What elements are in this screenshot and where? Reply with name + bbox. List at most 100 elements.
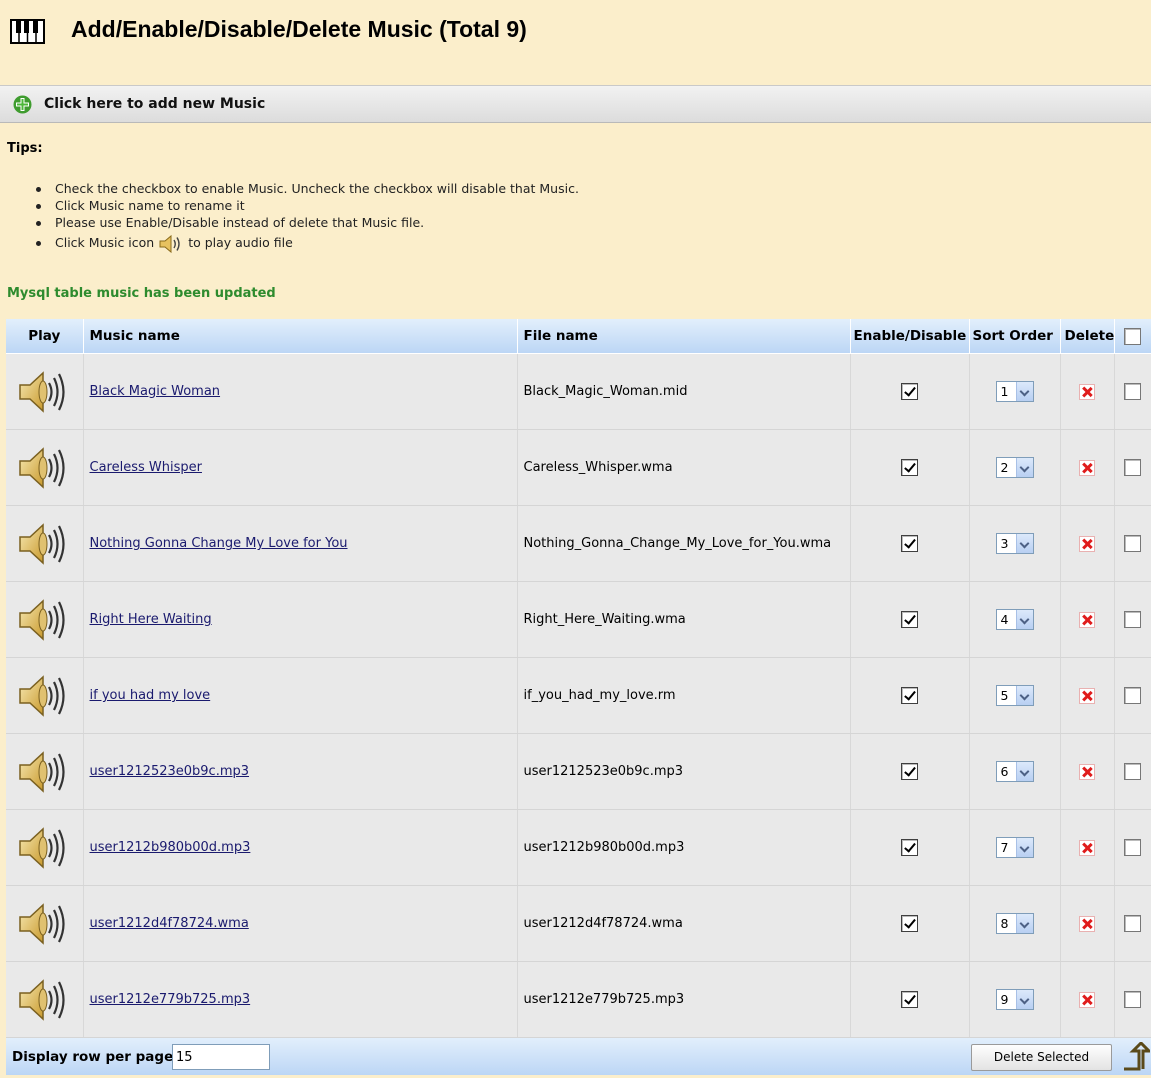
speaker-icon[interactable]	[16, 748, 72, 796]
row-select-checkbox[interactable]	[1124, 915, 1141, 932]
sort-order-cell: 5	[969, 657, 1061, 734]
row-select-checkbox[interactable]	[1124, 383, 1141, 400]
music-name-cell: Right Here Waiting	[83, 581, 518, 658]
row-select-checkbox[interactable]	[1124, 763, 1141, 780]
enable-checkbox[interactable]	[901, 763, 918, 780]
delete-selected-button[interactable]: Delete Selected	[971, 1044, 1112, 1071]
row-select-checkbox[interactable]	[1124, 991, 1141, 1008]
speaker-icon[interactable]	[16, 444, 72, 492]
file-name-cell: user1212523e0b9c.mp3	[517, 733, 851, 810]
rows-per-page-input[interactable]	[172, 1044, 270, 1070]
file-name-cell: user1212e779b725.mp3	[517, 961, 851, 1038]
tip-item: Click Music icon to play audio file	[36, 232, 579, 255]
speaker-icon[interactable]	[16, 368, 72, 416]
select-all-checkbox[interactable]	[1124, 327, 1141, 345]
sort-order-cell: 3	[969, 505, 1061, 582]
delete-icon[interactable]	[1079, 459, 1095, 476]
row-select-checkbox[interactable]	[1124, 839, 1141, 856]
delete-icon[interactable]	[1079, 535, 1095, 552]
speaker-icon[interactable]	[16, 672, 72, 720]
speaker-icon[interactable]	[16, 976, 72, 1024]
delete-icon[interactable]	[1079, 991, 1095, 1008]
enable-checkbox[interactable]	[901, 839, 918, 856]
speaker-icon[interactable]	[16, 824, 72, 872]
table-row: Right Here Waiting Right_Here_Waiting.wma…	[6, 581, 1151, 658]
delete-cell	[1060, 657, 1115, 734]
enable-cell	[850, 961, 970, 1038]
sort-order-cell: 9	[969, 961, 1061, 1038]
row-select-checkbox[interactable]	[1124, 535, 1141, 552]
music-name-link[interactable]: if you had my love	[90, 688, 211, 703]
delete-icon[interactable]	[1079, 839, 1095, 856]
music-name-link[interactable]: Careless Whisper	[90, 460, 202, 475]
file-name-cell: Black_Magic_Woman.mid	[517, 353, 851, 430]
enable-checkbox[interactable]	[901, 687, 918, 704]
add-music-label[interactable]: Click here to add new Music	[44, 96, 265, 112]
row-select-checkbox[interactable]	[1124, 611, 1141, 628]
file-name: user1212523e0b9c.mp3	[523, 764, 684, 779]
delete-cell	[1060, 961, 1115, 1038]
sort-order-cell: 2	[969, 429, 1061, 506]
sort-order-cell: 1	[969, 353, 1061, 430]
title-bar: Add/Enable/Disable/Delete Music (Total 9…	[0, 0, 1151, 84]
enable-cell	[850, 657, 970, 734]
sort-order-select[interactable]: 9	[995, 989, 1034, 1010]
sort-order-select[interactable]: 5	[995, 685, 1034, 706]
file-name: if_you_had_my_love.rm	[523, 688, 676, 703]
sort-order-cell: 7	[969, 809, 1061, 886]
enable-checkbox[interactable]	[901, 611, 918, 628]
sort-order-select[interactable]: 1	[995, 381, 1034, 402]
column-header-enable: Enable/Disable	[850, 319, 970, 354]
row-select-checkbox[interactable]	[1124, 687, 1141, 704]
sort-order-select[interactable]: 6	[995, 761, 1034, 782]
enable-cell	[850, 885, 970, 962]
sort-order-value: 1	[1000, 384, 1009, 399]
music-name-link[interactable]: Nothing Gonna Change My Love for You	[90, 536, 348, 551]
select-cell	[1114, 581, 1151, 658]
chevron-down-icon	[1015, 686, 1033, 705]
music-table-body: Black Magic Woman Black_Magic_Woman.mid 1 C…	[6, 353, 1151, 1038]
music-name-link[interactable]: user1212523e0b9c.mp3	[90, 764, 250, 779]
enable-checkbox[interactable]	[901, 915, 918, 932]
select-cell	[1114, 657, 1151, 734]
delete-icon[interactable]	[1079, 687, 1095, 704]
delete-icon[interactable]	[1079, 611, 1095, 628]
music-name-cell: user1212523e0b9c.mp3	[83, 733, 518, 810]
column-header-file-name: File name	[517, 319, 851, 354]
chevron-down-icon	[1015, 990, 1033, 1009]
music-name-link[interactable]: user1212d4f78724.wma	[90, 916, 249, 931]
speaker-icon[interactable]	[16, 596, 72, 644]
add-music-bar[interactable]: Click here to add new Music	[0, 85, 1151, 123]
music-name-link[interactable]: Black Magic Woman	[90, 384, 221, 399]
sort-order-select[interactable]: 8	[995, 913, 1034, 934]
sort-order-select[interactable]: 7	[995, 837, 1034, 858]
sort-order-select[interactable]: 2	[995, 457, 1034, 478]
sort-order-value: 5	[1000, 688, 1009, 703]
table-row: user1212d4f78724.wma user1212d4f78724.wma…	[6, 885, 1151, 962]
play-cell	[6, 581, 84, 658]
delete-icon[interactable]	[1079, 763, 1095, 780]
chevron-down-icon	[1015, 382, 1033, 401]
column-header-select-all	[1114, 319, 1151, 354]
speaker-icon[interactable]	[16, 520, 72, 568]
sort-order-select[interactable]: 4	[995, 609, 1034, 630]
enable-checkbox[interactable]	[901, 459, 918, 476]
sort-order-cell: 8	[969, 885, 1061, 962]
speaker-icon[interactable]	[16, 900, 72, 948]
enable-checkbox[interactable]	[901, 991, 918, 1008]
music-name-cell: user1212e779b725.mp3	[83, 961, 518, 1038]
music-name-link[interactable]: user1212e779b725.mp3	[90, 992, 251, 1007]
music-name-link[interactable]: user1212b980b00d.mp3	[90, 840, 251, 855]
music-name-cell: user1212b980b00d.mp3	[83, 809, 518, 886]
delete-icon[interactable]	[1079, 915, 1095, 932]
music-name-link[interactable]: Right Here Waiting	[90, 612, 212, 627]
delete-icon[interactable]	[1079, 383, 1095, 400]
enable-checkbox[interactable]	[901, 383, 918, 400]
delete-cell	[1060, 505, 1115, 582]
status-message: Mysql table music has been updated	[7, 286, 276, 301]
sort-order-select[interactable]: 3	[995, 533, 1034, 554]
delete-cell	[1060, 733, 1115, 810]
row-select-checkbox[interactable]	[1124, 459, 1141, 476]
up-arrow-icon[interactable]	[1122, 1042, 1150, 1072]
enable-checkbox[interactable]	[901, 535, 918, 552]
